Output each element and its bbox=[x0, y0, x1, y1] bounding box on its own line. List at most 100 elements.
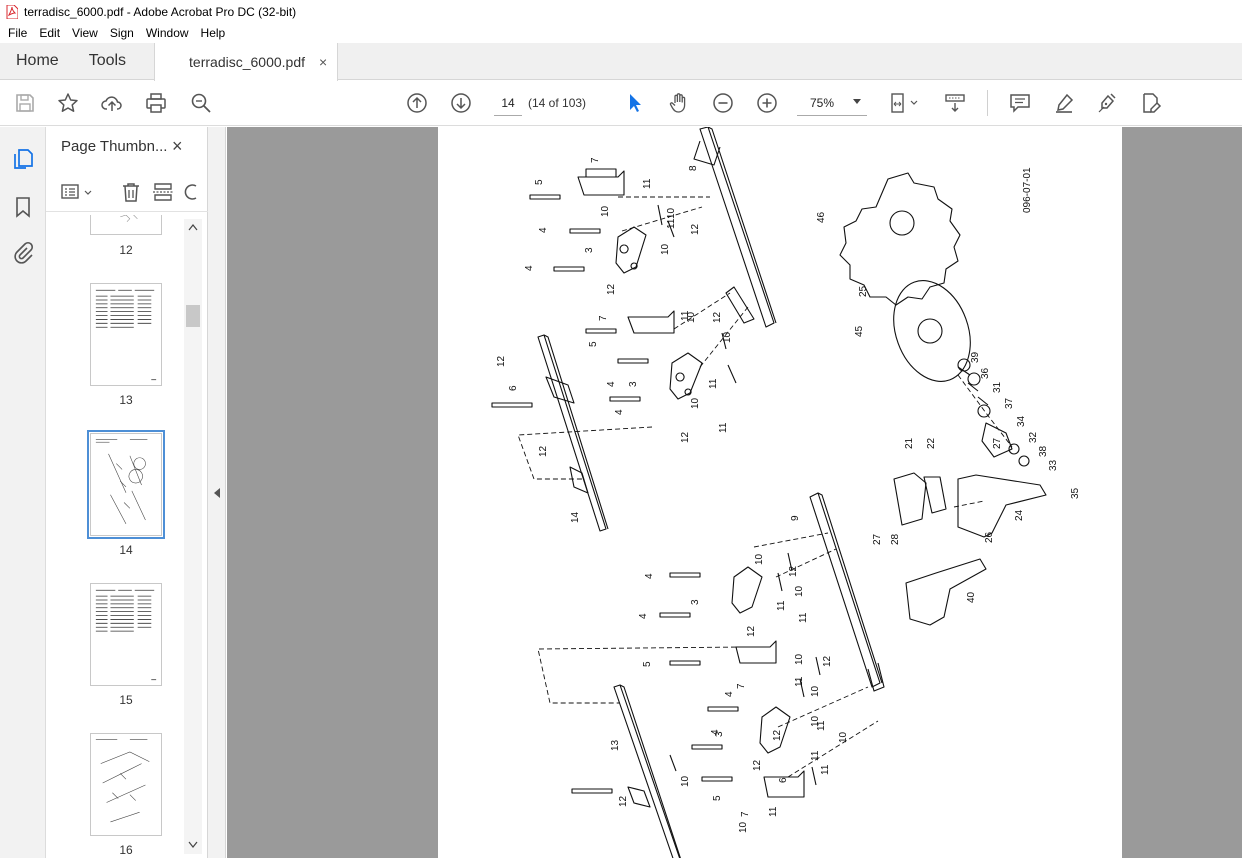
highlight-pen-icon[interactable] bbox=[1051, 90, 1077, 116]
tab-close-icon[interactable]: × bbox=[319, 54, 327, 70]
thumbnail-page-12[interactable] bbox=[90, 215, 162, 235]
scroll-down-icon[interactable] bbox=[188, 841, 198, 849]
part-number-label: 27 bbox=[872, 533, 883, 545]
comment-icon[interactable] bbox=[1007, 90, 1033, 116]
part-number-label: 33 bbox=[1048, 459, 1059, 471]
select-cursor-icon[interactable] bbox=[622, 90, 648, 116]
menu-edit[interactable]: Edit bbox=[33, 26, 66, 40]
zoom-in-icon[interactable] bbox=[754, 90, 780, 116]
search-zoom-icon[interactable] bbox=[188, 90, 214, 116]
thumbnail-list: 12 13 14 15 16 bbox=[46, 215, 186, 858]
part-number-label: 7 bbox=[590, 157, 601, 163]
part-number-label: 31 bbox=[992, 381, 1003, 393]
part-number-label: 3 bbox=[628, 381, 639, 387]
extract-pages-icon[interactable] bbox=[152, 181, 174, 203]
bookmark-icon[interactable] bbox=[11, 195, 35, 219]
part-number-label: 10 bbox=[810, 685, 821, 697]
scroll-up-icon[interactable] bbox=[188, 223, 198, 231]
thumbnail-label-12: 12 bbox=[119, 243, 133, 257]
save-icon[interactable] bbox=[12, 90, 38, 116]
tab-document[interactable]: terradisc_6000.pdf × bbox=[154, 43, 339, 81]
hand-tool-icon[interactable] bbox=[666, 90, 692, 116]
part-number-label: 3 bbox=[690, 599, 701, 605]
menu-view[interactable]: View bbox=[66, 26, 104, 40]
part-number-label: 32 bbox=[1028, 431, 1039, 443]
thumbnail-label-14: 14 bbox=[119, 543, 133, 557]
cloud-upload-icon[interactable] bbox=[99, 90, 125, 116]
part-number-label: 10 bbox=[838, 731, 849, 743]
part-number-label: 40 bbox=[966, 591, 977, 603]
previous-page-icon[interactable] bbox=[404, 90, 430, 116]
part-number-label: 45 bbox=[854, 325, 865, 337]
edit-document-icon[interactable] bbox=[1138, 90, 1164, 116]
rotate-page-icon[interactable] bbox=[184, 181, 198, 203]
part-number-label: 10 bbox=[680, 775, 691, 787]
panel-collapse-handle[interactable] bbox=[208, 127, 226, 858]
toolbar-divider bbox=[987, 90, 988, 116]
scroll-mode-icon[interactable] bbox=[942, 90, 968, 116]
part-number-label: 26 bbox=[984, 531, 995, 543]
part-number-label: 5 bbox=[712, 795, 723, 801]
page-count: (14 of 103) bbox=[528, 96, 587, 110]
panel-close-icon[interactable]: × bbox=[172, 136, 183, 157]
thumbnail-label-16: 16 bbox=[119, 843, 133, 857]
thumbnail-page-13[interactable] bbox=[90, 283, 162, 386]
tab-home[interactable]: Home bbox=[0, 43, 75, 79]
zoom-level-select[interactable]: 75% bbox=[797, 90, 867, 116]
part-number-label: 10 bbox=[738, 821, 749, 833]
thumbnail-options-icon[interactable] bbox=[60, 182, 94, 202]
next-page-icon[interactable] bbox=[448, 90, 474, 116]
menu-sign[interactable]: Sign bbox=[104, 26, 140, 40]
draw-sign-icon[interactable] bbox=[1095, 90, 1121, 116]
part-number-label: 11 bbox=[642, 178, 653, 189]
page-number-input[interactable]: 14 bbox=[494, 90, 522, 116]
part-number-label: 12 bbox=[712, 311, 723, 323]
part-number-label: 10 bbox=[600, 205, 611, 217]
menu-file[interactable]: File bbox=[2, 26, 33, 40]
part-number-label: 12 bbox=[746, 625, 757, 637]
scrollbar-thumb[interactable] bbox=[186, 305, 200, 327]
tab-bar: Home Tools terradisc_6000.pdf × bbox=[0, 43, 1242, 81]
menu-bar: File Edit View Sign Window Help bbox=[0, 23, 1242, 43]
menu-window[interactable]: Window bbox=[140, 26, 195, 40]
menu-help[interactable]: Help bbox=[195, 26, 232, 40]
zoom-out-icon[interactable] bbox=[710, 90, 736, 116]
thumbnail-page-15[interactable] bbox=[90, 583, 162, 686]
page-thumbnails-icon[interactable] bbox=[11, 147, 35, 171]
part-number-label: 4 bbox=[710, 729, 721, 735]
delete-page-icon[interactable] bbox=[120, 181, 142, 203]
part-number-label: 12 bbox=[772, 729, 783, 741]
part-number-label: 22 bbox=[926, 437, 937, 449]
thumbnail-scrollbar[interactable] bbox=[184, 219, 202, 854]
zoom-level-value: 75% bbox=[810, 95, 835, 110]
document-viewport[interactable]: 3 3 3 3 4 4 4 4 4 4 4 4 5 5 5 5 6 6 7 7 7 7 8 9 10 10 10 10 10 10 10 10… bbox=[227, 127, 1242, 858]
part-number-label: 4 bbox=[538, 227, 549, 233]
star-bookmark-icon[interactable] bbox=[55, 90, 81, 116]
part-number-label: 11 bbox=[798, 612, 809, 623]
part-number-label: 7 bbox=[736, 683, 747, 689]
part-number-label: 12 bbox=[618, 795, 629, 807]
part-number-label: 11 bbox=[768, 806, 779, 817]
thumbnail-label-15: 15 bbox=[119, 693, 133, 707]
navigation-rail bbox=[0, 127, 46, 858]
part-number-label: 4 bbox=[724, 691, 735, 697]
part-number-label: 12 bbox=[788, 565, 799, 577]
part-number-label: 6 bbox=[778, 777, 789, 783]
part-number-label: 10 bbox=[794, 585, 805, 597]
part-number-label: 12 bbox=[752, 759, 763, 771]
part-number-label: 34 bbox=[1016, 415, 1027, 427]
tab-tools[interactable]: Tools bbox=[75, 43, 142, 79]
part-number-label: 6 bbox=[508, 385, 519, 391]
part-number-label: 4 bbox=[614, 409, 625, 415]
fit-page-icon[interactable] bbox=[886, 90, 922, 116]
part-number-label: 38 bbox=[1038, 445, 1049, 457]
attachment-icon[interactable] bbox=[11, 241, 35, 265]
acrobat-app-icon bbox=[6, 4, 18, 19]
print-icon[interactable] bbox=[143, 90, 169, 116]
tab-document-label: terradisc_6000.pdf bbox=[189, 54, 306, 70]
thumbnail-page-14[interactable] bbox=[87, 430, 165, 539]
thumbnail-page-16[interactable] bbox=[90, 733, 162, 836]
part-number-label: 5 bbox=[642, 661, 653, 667]
panel-title: Page Thumbn... bbox=[61, 138, 168, 155]
part-number-label: 12 bbox=[680, 431, 691, 443]
